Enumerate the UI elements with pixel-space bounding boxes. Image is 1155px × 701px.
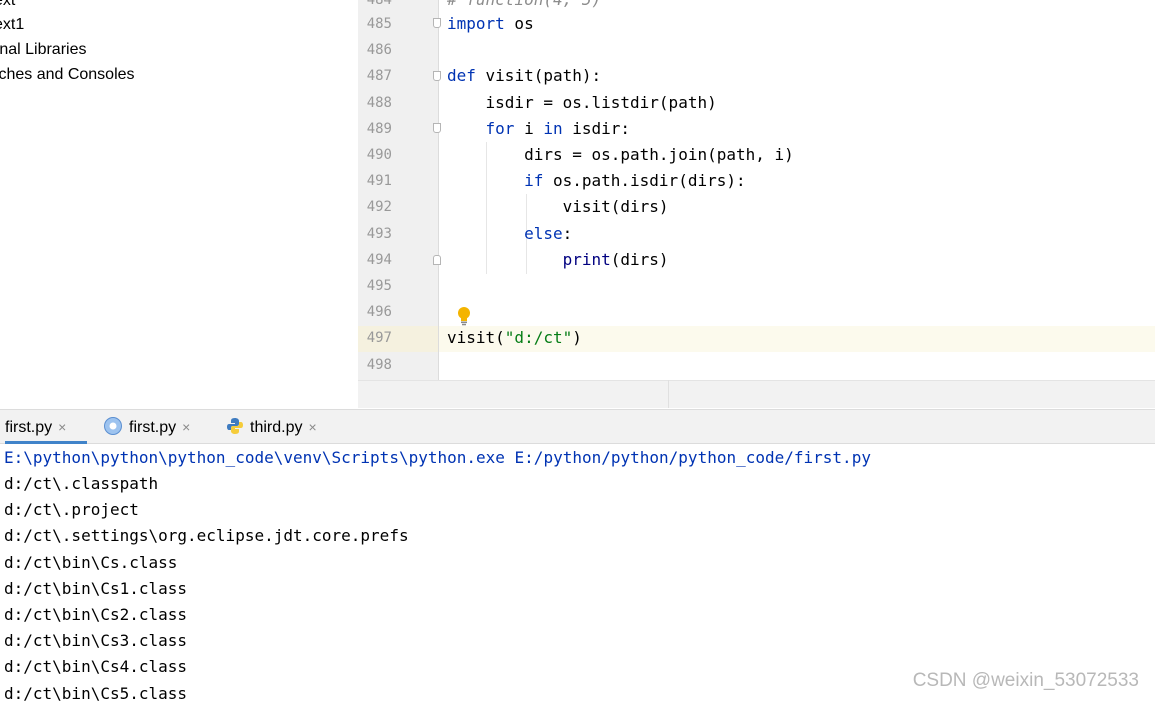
code-token: for <box>485 119 515 138</box>
project-tree-panel: ext ext1 rnal Libraries tches and Consol… <box>0 0 358 408</box>
tab-third-py[interactable]: third.py × <box>226 410 317 443</box>
gutter-separator <box>438 0 439 380</box>
code-line: print(dirs) <box>447 247 669 273</box>
code-line: def visit(path): <box>447 63 601 89</box>
code-token: dirs = os.path.join(path, i) <box>447 145 794 164</box>
console-output-line: d:/ct\bin\Cs3.class <box>4 631 188 650</box>
console-output-line: d:/ct\.project <box>4 500 139 519</box>
divider <box>668 380 669 408</box>
intention-bulb-icon[interactable] <box>457 306 471 326</box>
line-number: 494 <box>366 252 392 268</box>
line-number: 492 <box>366 199 392 215</box>
tree-item-external-libraries[interactable]: rnal Libraries <box>0 37 86 62</box>
code-token: "d:/ct" <box>504 328 573 347</box>
python-icon <box>227 417 243 434</box>
code-token: visit( <box>447 328 505 347</box>
fold-end-marker-icon[interactable] <box>433 255 441 265</box>
code-token: : <box>562 224 573 243</box>
code-token: os.path.isdir(dirs): <box>543 171 746 190</box>
code-line: import os <box>447 11 534 37</box>
run-tool-tabs: first.py × first.py × third.py × <box>0 409 1155 444</box>
code-line: dirs = os.path.join(path, i) <box>447 142 794 168</box>
fold-marker-icon[interactable] <box>433 71 441 81</box>
line-number: 496 <box>366 304 392 320</box>
code-line: isdir = os.listdir(path) <box>447 90 717 116</box>
console-output-line: d:/ct\bin\Cs5.class <box>4 684 188 701</box>
code-line: else: <box>447 221 572 247</box>
line-number: 486 <box>366 42 392 58</box>
close-icon[interactable]: × <box>308 419 316 435</box>
run-console-output[interactable]: E:\python\python\python_code\venv\Script… <box>0 444 1155 701</box>
tab-label: first.py <box>5 419 53 436</box>
line-number: 487 <box>366 68 392 84</box>
line-number: 489 <box>366 121 392 137</box>
console-output-line: d:/ct\.settings\org.eclipse.jdt.core.pre… <box>4 526 409 545</box>
watermark: CSDN @weixin_53072533 <box>912 670 1139 691</box>
code-token: print <box>562 250 611 269</box>
code-token: in <box>543 119 563 138</box>
tab-first-py-active[interactable]: first.py × <box>5 410 87 444</box>
code-token: i <box>514 119 544 138</box>
tree-item-ext1[interactable]: ext1 <box>0 12 24 37</box>
tab-label: first.py <box>129 419 177 436</box>
console-output-line: d:/ct\bin\Cs.class <box>4 553 178 572</box>
code-line: visit(dirs) <box>447 194 669 220</box>
run-config-icon <box>104 416 122 435</box>
console-output-line: d:/ct\.classpath <box>4 474 159 493</box>
code-token: if <box>524 171 544 190</box>
code-token: import <box>447 14 505 33</box>
line-number: 497 <box>366 330 392 346</box>
code-token: isdir = os.listdir(path) <box>447 93 717 112</box>
line-number: 498 <box>366 357 392 373</box>
line-number: 491 <box>366 173 392 189</box>
tree-item-scratches-consoles[interactable]: tches and Consoles <box>0 62 135 87</box>
code-line: for i in isdir: <box>447 116 631 142</box>
close-icon[interactable]: × <box>58 419 66 435</box>
code-line: if os.path.isdir(dirs): <box>447 168 746 194</box>
console-output-line: d:/ct\bin\Cs1.class <box>4 579 188 598</box>
code-editor[interactable]: 484 # function(4, 5) 485import os486487d… <box>358 0 1155 380</box>
code-token: os <box>504 14 534 33</box>
line-number: 495 <box>366 278 392 294</box>
tab-first-py[interactable]: first.py × <box>103 410 190 443</box>
code-token: else <box>524 224 563 243</box>
code-line: visit("d:/ct") <box>447 325 582 351</box>
fold-marker-icon[interactable] <box>433 123 441 133</box>
console-output-line: d:/ct\bin\Cs4.class <box>4 657 188 676</box>
line-number: 493 <box>366 226 392 242</box>
code-token: (dirs) <box>610 250 669 269</box>
tab-label: third.py <box>250 419 303 436</box>
line-number: 488 <box>366 95 392 111</box>
code-token: visit(dirs) <box>447 197 669 216</box>
close-icon[interactable]: × <box>182 419 190 435</box>
console-command-line: E:\python\python\python_code\venv\Script… <box>4 448 871 467</box>
console-output-line: d:/ct\bin\Cs2.class <box>4 605 188 624</box>
fold-marker-icon[interactable] <box>433 18 441 28</box>
code-token: visit(path): <box>475 66 602 85</box>
line-number: 490 <box>366 147 392 163</box>
editor-bottom-bar <box>358 380 1155 408</box>
code-token: ) <box>572 328 582 347</box>
line-number: 485 <box>366 16 392 32</box>
code-token: isdir: <box>562 119 631 138</box>
code-token: def <box>447 66 476 85</box>
